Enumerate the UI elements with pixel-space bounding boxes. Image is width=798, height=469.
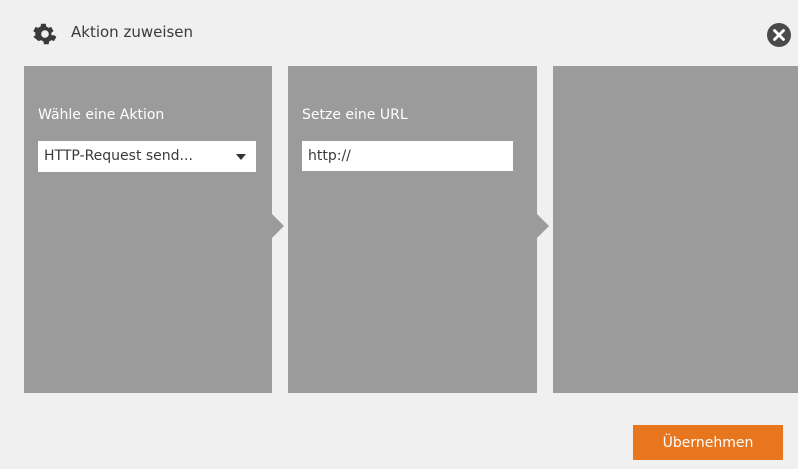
action-select[interactable]: HTTP-Request send... xyxy=(38,141,256,172)
assign-action-dialog: Aktion zuweisen Wähle eine Aktion HTTP-R… xyxy=(0,0,798,469)
dialog-title: Aktion zuweisen xyxy=(71,23,194,41)
close-icon[interactable] xyxy=(766,22,792,48)
dialog-header: Aktion zuweisen xyxy=(0,0,798,66)
gear-icon xyxy=(33,23,57,45)
step-arrow-icon xyxy=(272,214,284,238)
chevron-down-icon xyxy=(236,154,246,160)
empty-panel xyxy=(553,66,798,393)
apply-button[interactable]: Übernehmen xyxy=(633,425,783,460)
action-select-value: HTTP-Request send... xyxy=(44,148,193,164)
step-arrow-icon xyxy=(537,214,549,238)
choose-action-label: Wähle eine Aktion xyxy=(38,107,165,123)
set-url-label: Setze eine URL xyxy=(302,107,408,123)
url-input[interactable] xyxy=(302,141,513,171)
